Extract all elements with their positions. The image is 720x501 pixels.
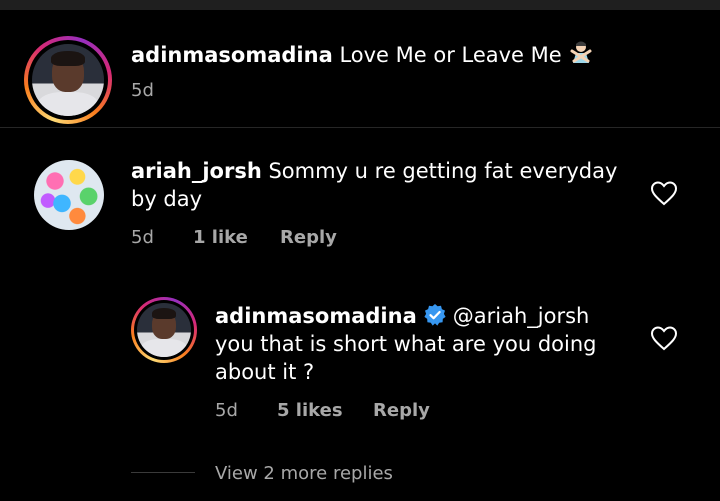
view-replies-line xyxy=(131,472,195,473)
reply-likes[interactable]: 5 likes xyxy=(277,400,343,421)
comment-time: 5d xyxy=(131,227,154,248)
reply-time: 5d xyxy=(215,400,238,421)
reply-heart-icon[interactable] xyxy=(650,325,678,351)
top-bar xyxy=(0,0,720,10)
reply-text-line1: you that is short what are you doing xyxy=(215,332,597,356)
divider xyxy=(0,127,720,128)
verified-badge-icon xyxy=(423,303,447,327)
comment-text-line1: Sommy u re getting fat everyday xyxy=(268,159,618,183)
comment-likes[interactable]: 1 like xyxy=(193,227,248,248)
comment-heart-icon[interactable] xyxy=(650,180,678,206)
reply-reply-button[interactable]: Reply xyxy=(373,400,430,421)
post-time: 5d xyxy=(131,80,154,101)
view-more-replies-button[interactable]: View 2 more replies xyxy=(215,463,393,484)
post-avatar[interactable] xyxy=(24,36,112,124)
reply-username[interactable]: adinmasomadina xyxy=(215,304,417,328)
post-username[interactable]: adinmasomadina xyxy=(131,43,333,67)
comment-avatar[interactable] xyxy=(34,160,104,230)
post-caption-text: Love Me or Leave Me xyxy=(339,43,562,67)
person-gesturing-no-icon xyxy=(568,39,594,65)
reply-text-line2: about it ? xyxy=(215,360,315,384)
reply-avatar[interactable] xyxy=(131,297,197,363)
comment-username[interactable]: ariah_jorsh xyxy=(131,159,262,183)
comment-reply-button[interactable]: Reply xyxy=(280,227,337,248)
reply-mention[interactable]: @ariah_jorsh xyxy=(453,304,590,328)
comment-text-line2: by day xyxy=(131,187,203,211)
